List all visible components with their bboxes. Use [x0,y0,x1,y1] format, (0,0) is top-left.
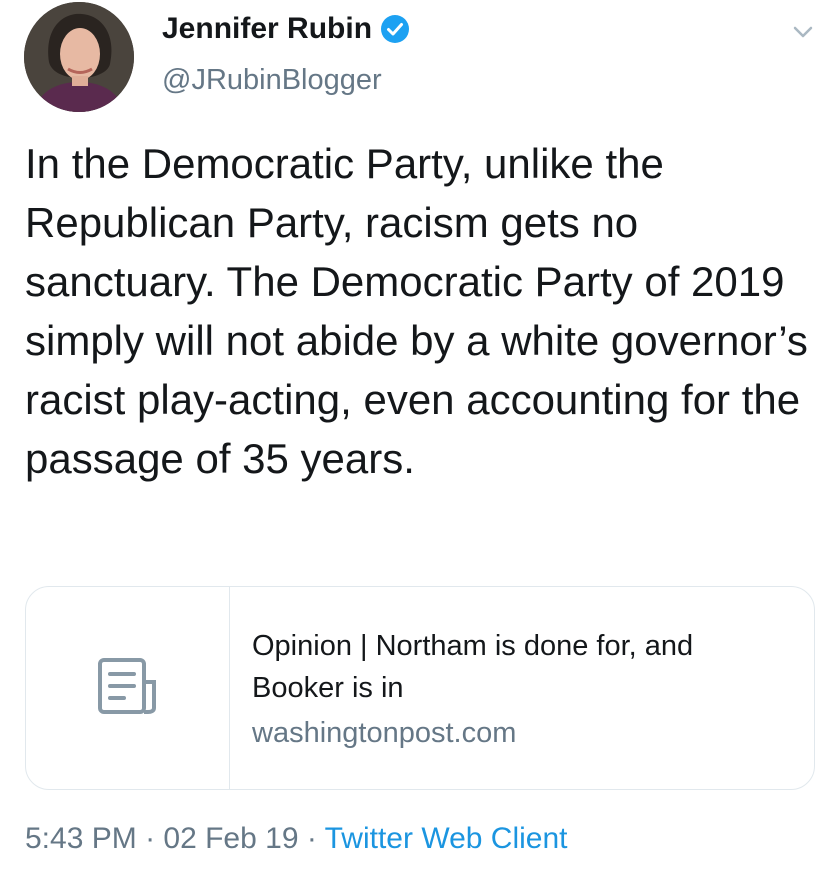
link-card-title[interactable]: Opinion | Northam is done for, and Booke… [252,625,792,709]
author-name-text[interactable]: Jennifer Rubin [162,12,372,46]
tweet-meta: 5:43 PM · 02 Feb 19 · Twitter Web Client [25,822,568,856]
link-card-body: Opinion | Northam is done for, and Booke… [230,587,792,789]
chevron-down-icon[interactable] [787,16,819,48]
author-name[interactable]: Jennifer Rubin [162,12,410,46]
author-handle[interactable]: @JRubinBlogger [162,64,382,97]
document-icon [96,656,160,721]
meta-separator: · [298,822,325,855]
link-card[interactable]: Opinion | Northam is done for, and Booke… [25,586,815,790]
tweet-text: In the Democratic Party, unlike the Repu… [25,140,808,482]
link-card-domain: washingtonpost.com [252,717,517,749]
meta-separator: · [136,822,164,855]
tweet-source-link[interactable]: Twitter Web Client [325,822,568,855]
link-card-thumbnail [26,587,230,789]
tweet-date[interactable]: 02 Feb 19 [163,822,298,855]
tweet-time[interactable]: 5:43 PM [25,822,137,855]
avatar[interactable] [24,2,134,112]
tweet: Jennifer Rubin @JRubinBlogger In the Dem… [0,0,828,884]
verified-badge-icon [380,14,410,44]
